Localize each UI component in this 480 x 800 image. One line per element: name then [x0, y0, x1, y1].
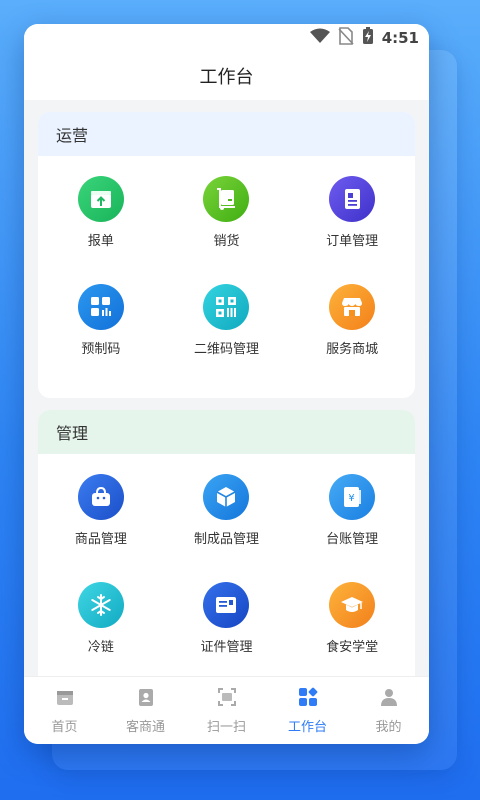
- graduation-cap-icon: [329, 582, 376, 628]
- main-content: 运营 报单 销货 订单管理 预制码 二维码管理 服务商城 管理 商品管理 制成品…: [24, 100, 429, 704]
- status-time: 4:51: [381, 29, 419, 47]
- document-icon: [329, 176, 376, 222]
- menu-item-sales[interactable]: 销货: [164, 176, 290, 284]
- svg-text:¥: ¥: [348, 493, 354, 504]
- page-title: 工作台: [199, 67, 254, 88]
- menu-item-label: 台账管理: [326, 532, 379, 547]
- menu-item-label: 二维码管理: [193, 342, 259, 357]
- box-icon: [203, 474, 250, 520]
- menu-item-precode[interactable]: 预制码: [38, 284, 164, 392]
- menu-item-product-management[interactable]: 商品管理: [38, 474, 164, 582]
- menu-item-ledger-management[interactable]: ¥ 台账管理: [289, 474, 415, 582]
- status-bar: 4:51: [24, 24, 429, 52]
- store-icon: [329, 284, 376, 330]
- section-management: 管理 商品管理 制成品管理 ¥ 台账管理 冷链 证件管理 食安学堂: [38, 410, 415, 704]
- section-title: 管理: [38, 410, 415, 454]
- tab-merchant[interactable]: 客商通: [105, 677, 186, 744]
- menu-item-label: 订单管理: [326, 234, 379, 249]
- menu-item-label: 预制码: [81, 342, 121, 357]
- upload-box-icon: [77, 176, 124, 222]
- menu-item-label: 制成品管理: [193, 532, 259, 547]
- section-operations: 运营 报单 销货 订单管理 预制码 二维码管理 服务商城: [38, 112, 415, 398]
- user-icon: [378, 686, 400, 712]
- snowflake-icon: [77, 582, 124, 628]
- menu-item-label: 商品管理: [74, 532, 127, 547]
- qr-code-icon: [203, 284, 250, 330]
- bottom-tab-bar: 首页 客商通 扫一扫 工作台 我的: [24, 676, 429, 744]
- app-window: 4:51 工作台 运营 报单 销货 订单管理 预制码 二维码管理 服务商城 管理…: [24, 24, 429, 744]
- tab-label: 工作台: [287, 720, 327, 735]
- menu-item-cold-chain[interactable]: 冷链: [38, 582, 164, 690]
- menu-item-label: 销货: [213, 234, 240, 249]
- menu-item-label: 服务商城: [326, 342, 379, 357]
- id-card-icon: [203, 582, 250, 628]
- no-sim-icon: [338, 27, 354, 49]
- menu-item-certificate-management[interactable]: 证件管理: [164, 582, 290, 690]
- tab-profile[interactable]: 我的: [348, 677, 429, 744]
- nav-bar: 工作台: [24, 52, 429, 100]
- wifi-icon: [309, 28, 330, 48]
- workbench-icon: [297, 686, 319, 712]
- menu-item-label: 冷链: [87, 640, 114, 655]
- menu-item-label: 证件管理: [200, 640, 253, 655]
- grid-barcode-icon: [77, 284, 124, 330]
- menu-item-label: 报单: [87, 234, 114, 249]
- menu-item-label: 食安学堂: [326, 640, 379, 655]
- tab-workbench[interactable]: 工作台: [267, 677, 348, 744]
- tab-label: 我的: [375, 720, 402, 735]
- home-icon: [54, 686, 76, 712]
- tab-scan[interactable]: 扫一扫: [186, 677, 267, 744]
- menu-item-food-safety-school[interactable]: 食安学堂: [289, 582, 415, 690]
- tab-label: 扫一扫: [206, 720, 246, 735]
- contacts-icon: [135, 686, 157, 712]
- tab-home[interactable]: 首页: [24, 677, 105, 744]
- menu-item-report[interactable]: 报单: [38, 176, 164, 284]
- cart-icon: [203, 176, 250, 222]
- menu-item-qr-management[interactable]: 二维码管理: [164, 284, 290, 392]
- scan-icon: [216, 686, 238, 712]
- section-title: 运营: [38, 112, 415, 156]
- battery-charging-icon: [362, 27, 374, 49]
- tab-label: 客商通: [125, 720, 165, 735]
- ledger-icon: ¥: [329, 474, 376, 520]
- menu-item-service-mall[interactable]: 服务商城: [289, 284, 415, 392]
- menu-item-order-management[interactable]: 订单管理: [289, 176, 415, 284]
- bag-icon: [77, 474, 124, 520]
- tab-label: 首页: [51, 720, 78, 735]
- menu-item-finished-goods[interactable]: 制成品管理: [164, 474, 290, 582]
